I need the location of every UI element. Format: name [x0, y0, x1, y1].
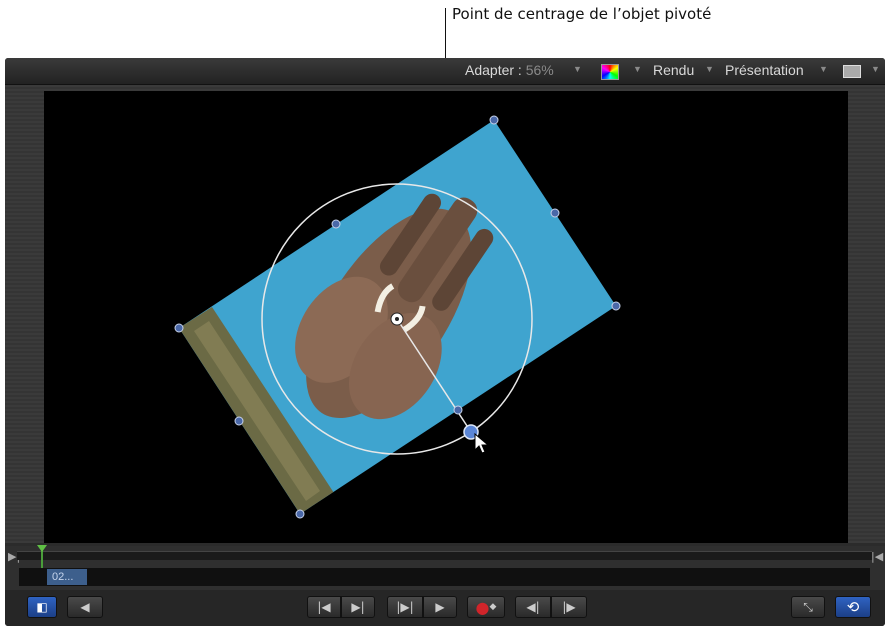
callout-line	[445, 8, 446, 58]
speaker-icon: ◀	[80, 600, 90, 614]
layers-panel-button[interactable]: ◧	[27, 596, 57, 618]
handle-bottom-edge	[453, 405, 463, 415]
play-button[interactable]: ▶	[423, 596, 457, 618]
canvas-toolbar: Adapter : 56% ▼ ▼ Rendu ▼ Présentation ▼…	[5, 58, 885, 85]
expand-icon: ⤡	[803, 599, 813, 614]
play-range-icon: |▶|	[396, 600, 414, 614]
chevron-down-icon: ▼	[633, 64, 642, 74]
mini-timeline: ▶| |◀ 02...	[5, 545, 885, 590]
fit-zoom-menu[interactable]: Adapter : 56%	[465, 62, 554, 78]
record-button[interactable]: ● ◆	[467, 596, 505, 618]
chevron-down-icon: ▼	[871, 64, 880, 74]
next-frame-button[interactable]: |▶	[551, 596, 587, 618]
chevron-down-icon: ▼	[573, 64, 582, 74]
handle-bottom-corner	[295, 509, 305, 519]
anchor-point-center	[395, 317, 399, 321]
handle-left-corner	[174, 323, 184, 333]
pointer-cursor-icon	[474, 432, 490, 454]
go-to-start-button[interactable]: |◀	[307, 596, 341, 618]
timeline-track: 02...	[19, 568, 870, 586]
handle-left-edge	[234, 416, 244, 426]
go-to-end-button[interactable]: ▶|	[341, 596, 375, 618]
loop-button[interactable]: ⟲	[835, 596, 871, 618]
previous-frame-button[interactable]: ◀|	[515, 596, 551, 618]
render-menu[interactable]: Rendu	[653, 62, 694, 78]
timeline-ruler[interactable]	[17, 551, 872, 560]
timeline-clip[interactable]: 02...	[47, 569, 87, 585]
chevron-down-icon: ▼	[819, 64, 828, 74]
record-icon: ●	[475, 597, 490, 617]
monitor-icon[interactable]	[843, 65, 861, 78]
fit-label: Adapter :	[465, 62, 522, 78]
handle-top-edge	[331, 219, 341, 229]
color-wheel-icon[interactable]	[601, 64, 619, 80]
go-to-start-icon: |◀	[317, 600, 331, 614]
playhead-marker-icon[interactable]	[37, 545, 47, 552]
fullscreen-button[interactable]: ⤡	[791, 596, 825, 618]
go-to-end-icon: ▶|	[351, 600, 365, 614]
audio-button[interactable]: ◀	[67, 596, 103, 618]
next-frame-icon: |▶	[562, 600, 576, 614]
canvas-window: Adapter : 56% ▼ ▼ Rendu ▼ Présentation ▼…	[5, 58, 885, 626]
view-menu[interactable]: Présentation	[725, 62, 804, 78]
transport-bar: ◧ ◀ |◀ ▶| |▶| ▶ ● ◆ ◀| |▶ ⤡ ⟲	[5, 590, 885, 626]
canvas-viewer[interactable]	[44, 91, 848, 543]
handle-top-corner	[489, 115, 499, 125]
previous-frame-icon: ◀|	[526, 600, 540, 614]
play-range-button[interactable]: |▶|	[387, 596, 423, 618]
chevron-down-icon: ▼	[705, 64, 714, 74]
callout-label: Point de centrage de l’objet pivoté	[452, 5, 712, 23]
layers-panel-icon: ◧	[36, 600, 48, 614]
zoom-value: 56%	[525, 62, 554, 78]
out-point-marker-icon[interactable]: |◀	[871, 550, 883, 563]
rotated-object-layer	[174, 115, 621, 519]
play-icon: ▶	[435, 600, 445, 614]
handle-right-corner	[611, 301, 621, 311]
handle-right-edge	[550, 208, 560, 218]
loop-icon: ⟲	[846, 598, 860, 616]
